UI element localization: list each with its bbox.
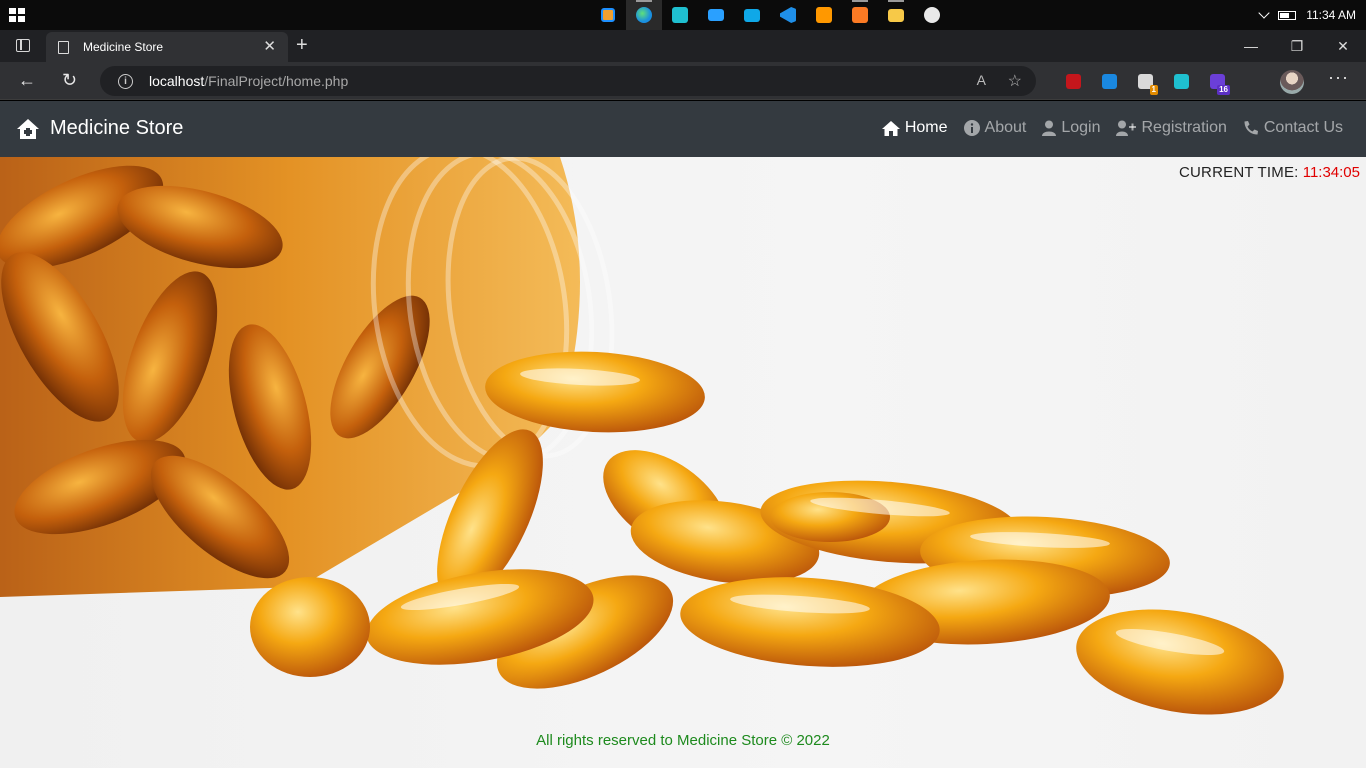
nav-login-label: Login <box>1061 119 1101 136</box>
tab-title: Medicine Store <box>83 40 164 54</box>
browser-tab[interactable]: Medicine Store ✕ <box>46 32 288 62</box>
sublime-icon[interactable] <box>806 0 842 30</box>
nav-registration-label: Registration <box>1141 119 1227 136</box>
home-icon <box>17 118 39 139</box>
close-window-icon[interactable]: ✕ <box>1320 30 1366 62</box>
windows-start-icon[interactable] <box>9 8 25 22</box>
xampp-icon[interactable] <box>842 0 878 30</box>
system-tray: 11:34 AM <box>1258 0 1356 30</box>
site-info-icon[interactable]: i <box>118 73 133 89</box>
nav-contact[interactable]: Contact Us <box>1243 119 1343 137</box>
screen-icon[interactable] <box>698 0 734 30</box>
close-tab-icon[interactable]: ✕ <box>263 39 276 54</box>
ublock-icon[interactable] <box>1055 70 1091 92</box>
site-navbar: Medicine Store Home About Login Registra… <box>0 101 1366 157</box>
nav-home-label: Home <box>904 119 948 136</box>
address-bar[interactable]: i localhost/FinalProject/home.php A ☆ <box>100 66 1036 96</box>
vscode-icon[interactable] <box>770 0 806 30</box>
system-clock[interactable]: 11:34 AM <box>1306 8 1356 22</box>
current-time-value: 11:34:05 <box>1302 164 1360 181</box>
brand-name: Medicine Store <box>50 117 184 139</box>
cloud-extension-icon[interactable]: 1 <box>1127 70 1163 95</box>
address-toolbar: ← ↻ i localhost/FinalProject/home.php A … <box>0 62 1366 100</box>
new-tab-icon[interactable]: + <box>296 35 308 55</box>
minimize-icon[interactable]: — <box>1228 30 1274 62</box>
user-icon <box>1042 120 1057 136</box>
taskbar-apps <box>590 0 950 30</box>
nav-about[interactable]: About <box>963 119 1027 137</box>
restore-icon[interactable]: ❐ <box>1274 30 1320 62</box>
edge-icon[interactable] <box>626 0 662 30</box>
s-extension-icon[interactable] <box>1091 70 1127 92</box>
nav-registration[interactable]: Registration <box>1116 119 1227 137</box>
extensions-bar: 1 16 <box>1055 70 1235 95</box>
home-icon <box>881 120 900 136</box>
nav-login[interactable]: Login <box>1042 119 1100 137</box>
paint-icon[interactable] <box>914 0 950 30</box>
current-time-label: CURRENT TIME: <box>1178 164 1299 181</box>
site-footer: All rights reserved to Medicine Store © … <box>536 732 830 749</box>
file-explorer-icon[interactable] <box>878 0 914 30</box>
page-document-icon <box>58 40 69 54</box>
remote-extension-icon[interactable] <box>1163 70 1199 92</box>
back-arrow-icon[interactable]: ← <box>18 71 36 89</box>
mail-icon[interactable] <box>734 0 770 30</box>
more-options-icon[interactable]: ··· <box>1328 67 1349 88</box>
site-brand[interactable]: Medicine Store <box>16 117 183 140</box>
nav-contact-label: Contact Us <box>1263 119 1343 136</box>
os-taskbar: 11:34 AM <box>0 0 1366 30</box>
add-favorite-icon[interactable]: ☆ <box>1008 71 1022 91</box>
browser-tab-bar: Medicine Store ✕ <box>0 30 1366 62</box>
capsules-bottle-image <box>0 157 1284 715</box>
tab-actions-icon[interactable] <box>16 39 30 52</box>
extension-badge: 1 <box>1149 85 1158 95</box>
read-aloud-icon[interactable]: A <box>977 72 986 88</box>
url-path: /FinalProject/home.php <box>204 73 349 89</box>
site-nav-links: Home About Login Registration Contact Us <box>881 119 1343 137</box>
info-icon <box>963 120 980 136</box>
refresh-icon[interactable]: ↻ <box>62 71 77 89</box>
url-host: localhost <box>149 73 205 89</box>
extension-badge: 16 <box>1217 85 1230 95</box>
task-view-icon[interactable] <box>590 0 626 30</box>
window-controls: — ❐ ✕ <box>1228 30 1366 62</box>
current-time-display: CURRENT TIME: 11:34:05 <box>1179 164 1360 181</box>
profile-avatar[interactable] <box>1280 70 1304 94</box>
purple-extension-icon[interactable]: 16 <box>1199 70 1235 95</box>
hero-background: CURRENT TIME: 11:34:05 All rights reserv… <box>0 157 1366 768</box>
nav-home[interactable]: Home <box>881 119 948 137</box>
user-plus-icon <box>1116 120 1137 136</box>
phone-icon <box>1244 121 1258 135</box>
battery-icon[interactable] <box>1278 10 1297 20</box>
remote-desktop-icon[interactable] <box>662 0 698 30</box>
show-hidden-icons-icon[interactable] <box>1258 7 1270 19</box>
nav-about-label: About <box>984 119 1027 136</box>
web-page: Medicine Store Home About Login Registra… <box>0 101 1366 768</box>
